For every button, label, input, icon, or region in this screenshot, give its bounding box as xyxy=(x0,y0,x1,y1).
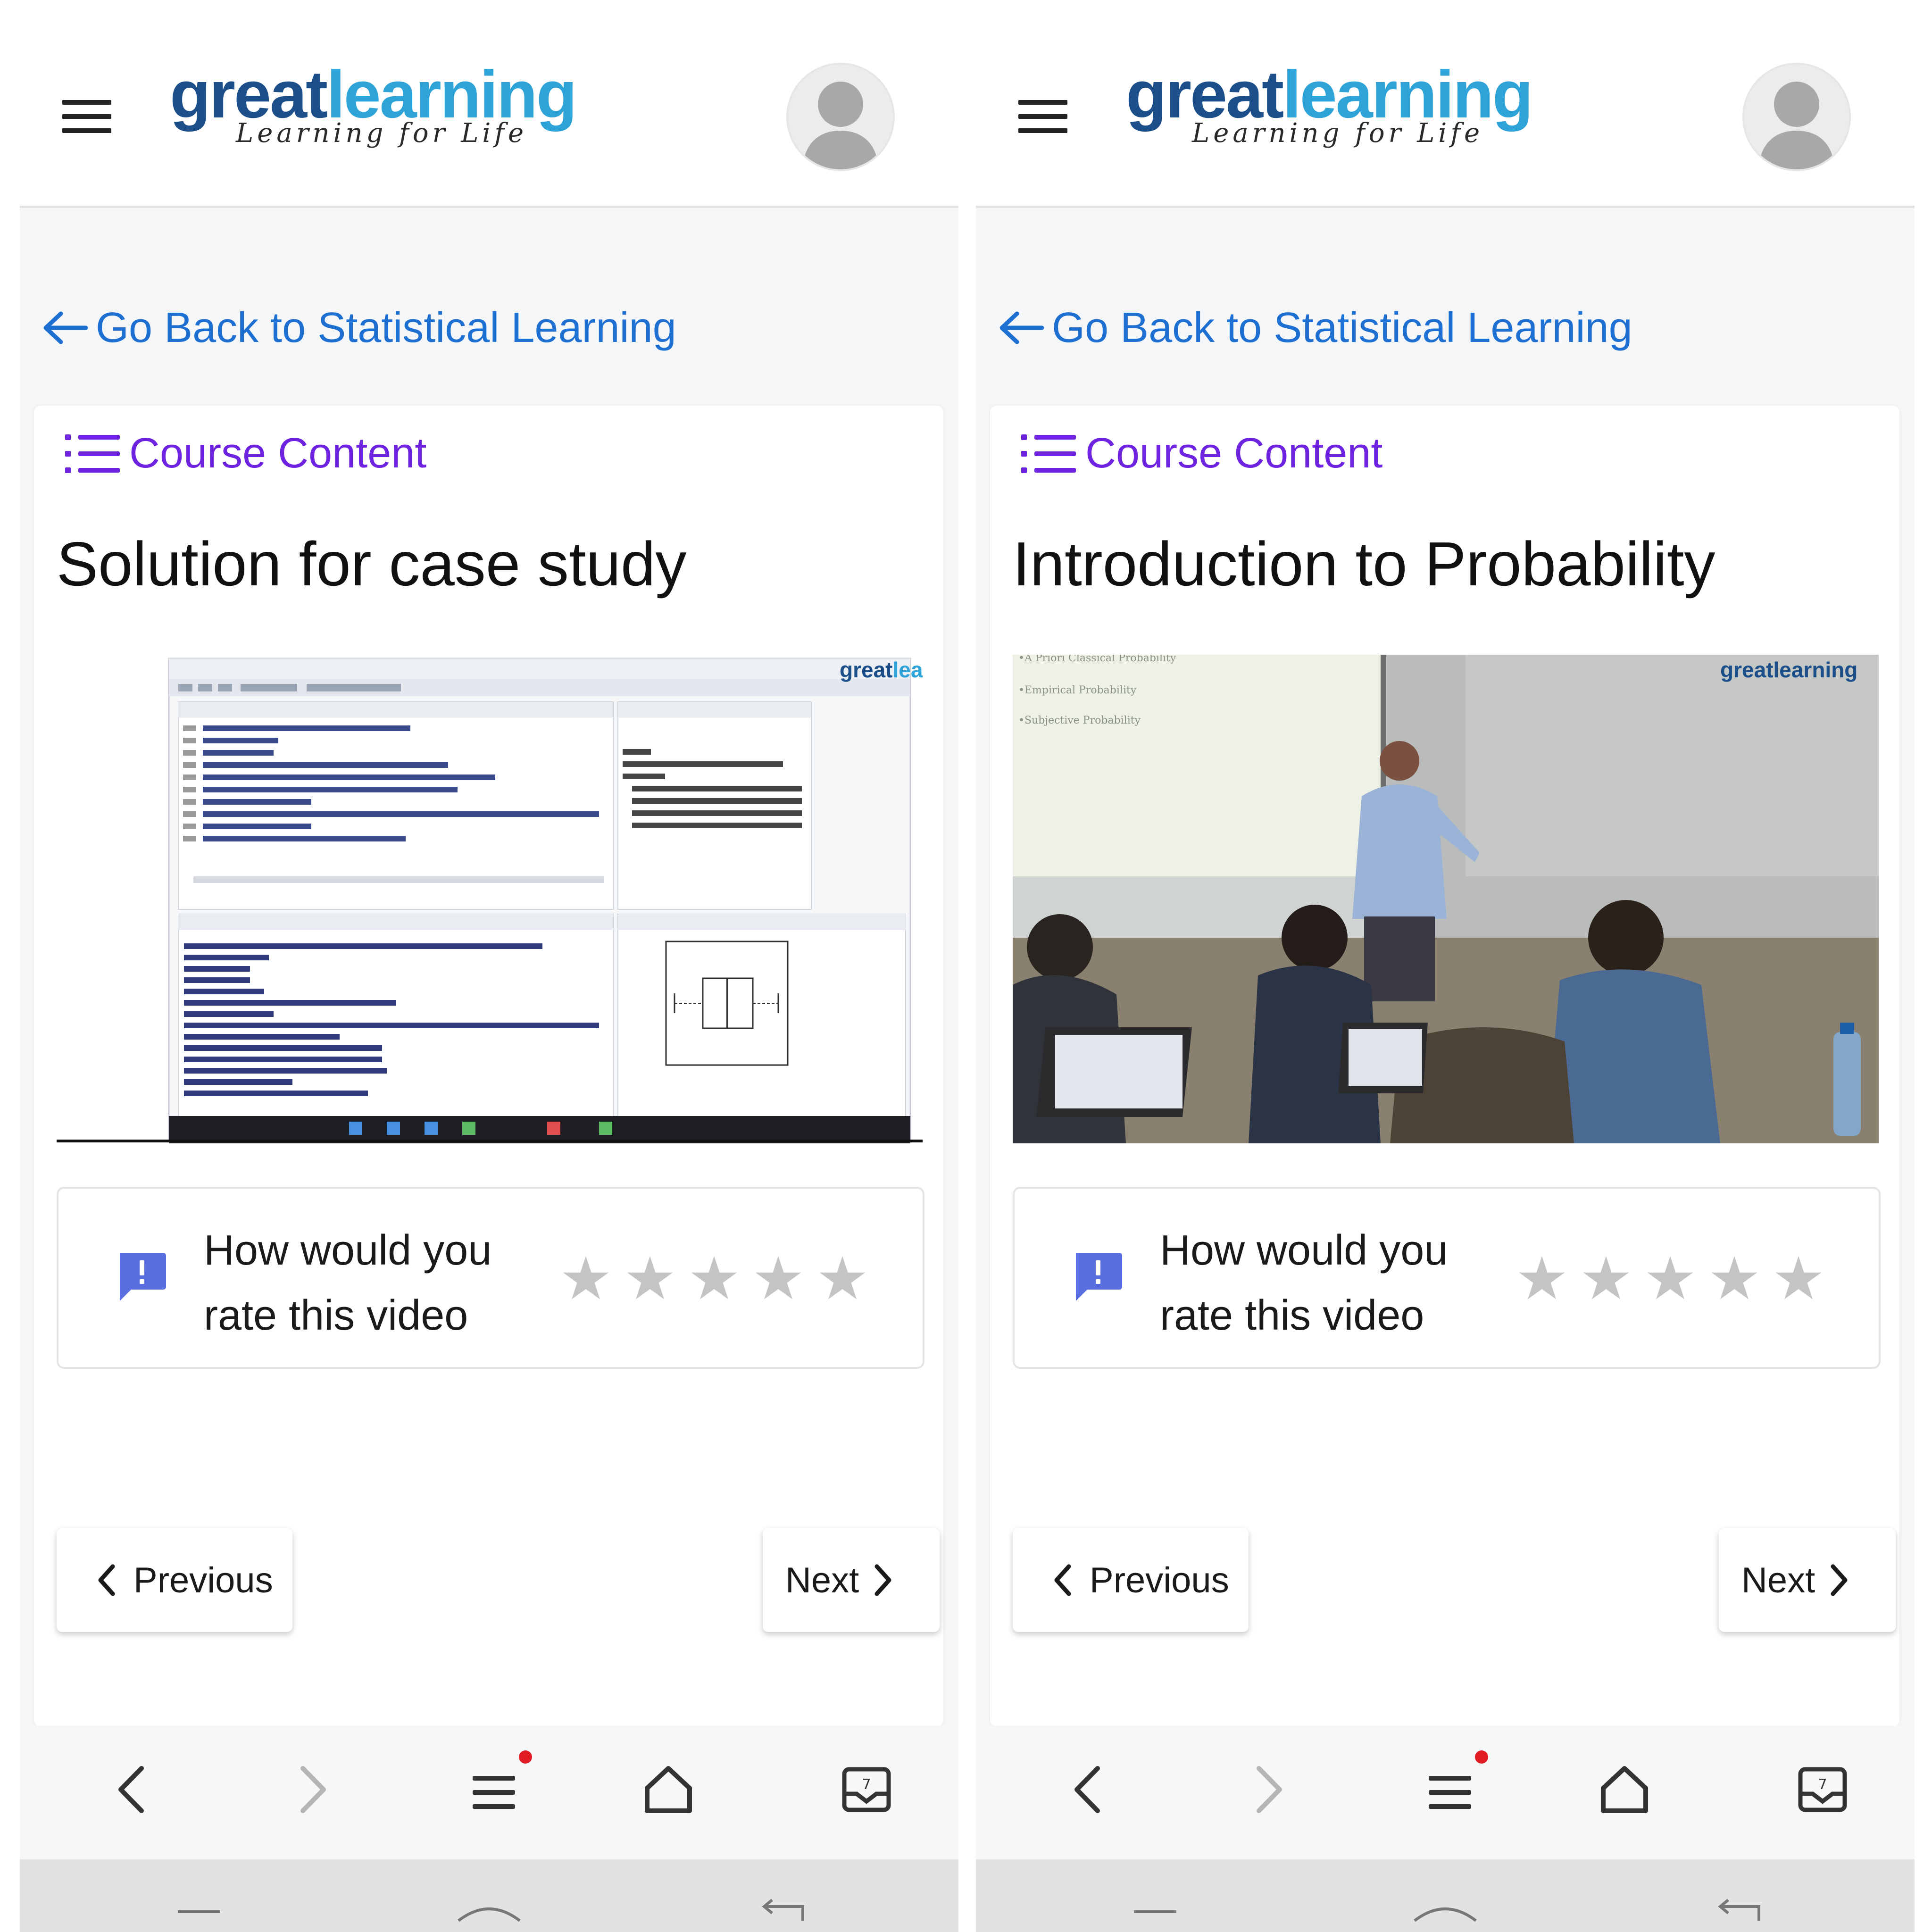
hamburger-menu-icon[interactable] xyxy=(62,100,111,133)
star-rating: ★ ★ ★ ★ ★ xyxy=(1510,1249,1831,1308)
star-icon[interactable]: ★ xyxy=(810,1249,874,1308)
back-icon[interactable] xyxy=(113,1764,151,1815)
app-header: greatlearning Learning for Life xyxy=(20,0,958,208)
system-nav-bar xyxy=(976,1859,1915,1932)
video-frame-rstudio: greatlearning xyxy=(57,655,923,1143)
rating-prompt-line1: How would you xyxy=(1160,1227,1448,1274)
video-frame-classroom: •A Priori Classical Probability •Empiric… xyxy=(1013,655,1879,1143)
rating-prompt-line2: rate this video xyxy=(204,1292,468,1339)
feedback-icon xyxy=(120,1253,166,1301)
feedback-icon xyxy=(1076,1253,1122,1301)
next-label: Next xyxy=(785,1560,859,1600)
chevron-right-icon xyxy=(874,1564,891,1596)
back-to-course-link[interactable]: Go Back to Statistical Learning xyxy=(997,302,1632,354)
notification-dot xyxy=(519,1750,532,1764)
star-icon[interactable]: ★ xyxy=(746,1249,810,1308)
home-icon[interactable] xyxy=(642,1764,694,1815)
rating-prompt-line1: How would you xyxy=(204,1227,492,1274)
slide-line-1: •A Priori Classical Probability xyxy=(1018,655,1176,664)
next-button[interactable]: Next xyxy=(1719,1528,1896,1632)
back-link-label: Go Back to Statistical Learning xyxy=(1052,304,1632,351)
rating-prompt: How would you rate this video xyxy=(204,1218,534,1348)
tabs-icon[interactable]: 7 xyxy=(841,1764,892,1815)
system-back-icon[interactable] xyxy=(1712,1897,1764,1925)
tab-count: 7 xyxy=(1818,1776,1827,1793)
list-icon xyxy=(65,434,120,473)
star-icon[interactable]: ★ xyxy=(1574,1249,1638,1308)
browser-toolbar: 7 xyxy=(20,1726,958,1859)
rating-box: How would you rate this video ★ ★ ★ ★ ★ xyxy=(1013,1187,1881,1369)
right-screen: greatlearning Learning for Life Go Back … xyxy=(976,0,1915,1932)
video-watermark: greatlearning xyxy=(1720,658,1857,682)
greatlearning-logo[interactable]: greatlearning Learning for Life xyxy=(170,61,577,156)
video-player[interactable]: greatlearning xyxy=(57,655,923,1143)
lesson-title: Solution for case study xyxy=(57,529,687,599)
browser-toolbar: 7 xyxy=(976,1726,1915,1859)
logo-tagline: Learning for Life xyxy=(1192,118,1484,149)
system-home-icon[interactable] xyxy=(454,1897,525,1925)
star-icon[interactable]: ★ xyxy=(554,1249,618,1308)
star-icon[interactable]: ★ xyxy=(682,1249,746,1308)
arrow-left-icon xyxy=(999,311,1044,344)
course-content-toggle[interactable]: Course Content xyxy=(65,429,426,478)
star-rating: ★ ★ ★ ★ ★ xyxy=(554,1249,874,1308)
list-icon xyxy=(1021,434,1076,473)
forward-icon[interactable] xyxy=(1249,1764,1287,1815)
next-label: Next xyxy=(1741,1560,1815,1600)
star-icon[interactable]: ★ xyxy=(1702,1249,1766,1308)
rating-box: How would you rate this video ★ ★ ★ ★ ★ xyxy=(57,1187,924,1369)
svg-text:greatlearning: greatlearning xyxy=(840,658,923,682)
system-home-icon[interactable] xyxy=(1410,1897,1481,1925)
chevron-left-icon xyxy=(98,1564,115,1596)
menu-icon[interactable] xyxy=(1424,1749,1490,1815)
previous-button[interactable]: Previous xyxy=(1013,1528,1249,1632)
lesson-title: Introduction to Probability xyxy=(1013,529,1715,599)
forward-icon[interactable] xyxy=(293,1764,331,1815)
recent-apps-icon[interactable] xyxy=(1132,1902,1179,1921)
slide-line-3: •Subjective Probability xyxy=(1018,715,1141,726)
lesson-card: Course Content Solution for case study g… xyxy=(34,406,943,1726)
star-icon[interactable]: ★ xyxy=(1766,1249,1831,1308)
chevron-left-icon xyxy=(1054,1564,1071,1596)
avatar[interactable] xyxy=(1742,63,1851,171)
star-icon[interactable]: ★ xyxy=(1638,1249,1702,1308)
avatar[interactable] xyxy=(786,63,895,171)
tabs-icon[interactable]: 7 xyxy=(1797,1764,1849,1815)
home-icon[interactable] xyxy=(1599,1764,1650,1815)
greatlearning-logo[interactable]: greatlearning Learning for Life xyxy=(1126,61,1533,156)
rating-prompt: How would you rate this video xyxy=(1160,1218,1490,1348)
system-nav-bar xyxy=(20,1859,958,1932)
video-player[interactable]: •A Priori Classical Probability •Empiric… xyxy=(1013,655,1879,1143)
system-back-icon[interactable] xyxy=(756,1897,808,1925)
previous-label: Previous xyxy=(133,1560,273,1600)
lesson-card: Course Content Introduction to Probabili… xyxy=(990,406,1899,1726)
notification-dot xyxy=(1475,1750,1488,1764)
next-button[interactable]: Next xyxy=(763,1528,940,1632)
arrow-left-icon xyxy=(43,311,88,344)
course-content-label: Course Content xyxy=(1085,430,1383,477)
menu-icon[interactable] xyxy=(468,1749,534,1815)
left-screen: greatlearning Learning for Life Go Back … xyxy=(20,0,958,1932)
star-icon[interactable]: ★ xyxy=(618,1249,682,1308)
user-avatar-icon xyxy=(802,82,879,169)
rating-prompt-line2: rate this video xyxy=(1160,1292,1424,1339)
user-avatar-icon xyxy=(1758,82,1835,169)
app-header: greatlearning Learning for Life xyxy=(976,0,1915,208)
slide-line-2: •Empirical Probability xyxy=(1018,684,1137,696)
back-link-label: Go Back to Statistical Learning xyxy=(96,304,676,351)
logo-tagline: Learning for Life xyxy=(236,118,528,149)
hamburger-menu-icon[interactable] xyxy=(1018,100,1067,133)
chevron-right-icon xyxy=(1831,1564,1848,1596)
course-content-label: Course Content xyxy=(129,430,427,477)
tab-count: 7 xyxy=(862,1776,871,1793)
back-to-course-link[interactable]: Go Back to Statistical Learning xyxy=(41,302,676,354)
previous-label: Previous xyxy=(1090,1560,1229,1600)
previous-button[interactable]: Previous xyxy=(57,1528,292,1632)
course-content-toggle[interactable]: Course Content xyxy=(1021,429,1382,478)
star-icon[interactable]: ★ xyxy=(1510,1249,1574,1308)
recent-apps-icon[interactable] xyxy=(175,1902,223,1921)
back-icon[interactable] xyxy=(1069,1764,1107,1815)
